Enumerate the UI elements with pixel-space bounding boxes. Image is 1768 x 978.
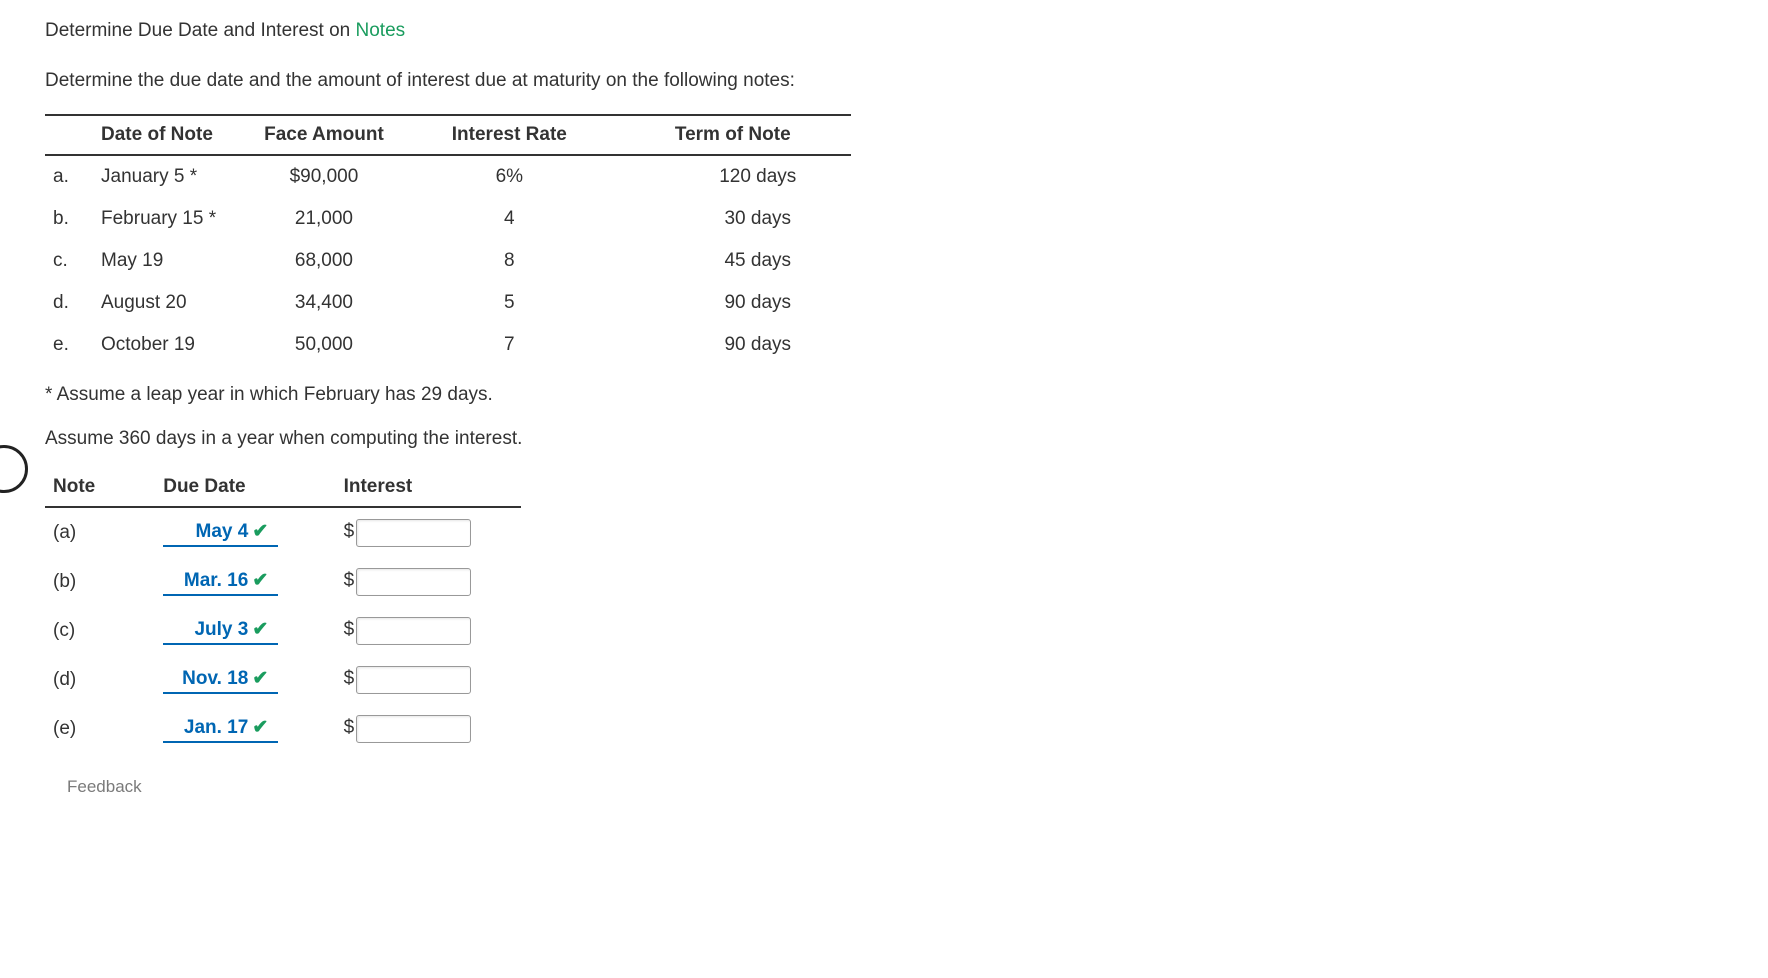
dollar-sign: $ <box>344 521 355 542</box>
table-row: d. August 20 34,400 5 90 days <box>45 282 851 324</box>
note-label: (d) <box>45 655 155 704</box>
check-icon: ✔ <box>252 570 268 591</box>
table-row: b. February 15 * 21,000 4 30 days <box>45 198 851 240</box>
row-rate: 6% <box>444 155 667 198</box>
row-term: 30 days <box>667 198 851 240</box>
row-date: May 19 <box>93 240 256 282</box>
row-face: 68,000 <box>256 240 444 282</box>
header-date: Date of Note <box>93 115 256 155</box>
row-face: 50,000 <box>256 324 444 366</box>
dollar-sign: $ <box>344 717 355 738</box>
row-letter: e. <box>45 324 93 366</box>
check-icon: ✔ <box>252 619 268 640</box>
row-date: October 19 <box>93 324 256 366</box>
header-rate: Interest Rate <box>444 115 667 155</box>
due-date-answer[interactable]: Jan. 17✔ <box>163 714 278 743</box>
row-term: 120 days <box>667 155 851 198</box>
row-face: 21,000 <box>256 198 444 240</box>
answer-row: (b) Mar. 16✔ $ <box>45 557 521 606</box>
interest-input[interactable] <box>356 617 471 645</box>
table-row: e. October 19 50,000 7 90 days <box>45 324 851 366</box>
row-rate: 4 <box>444 198 667 240</box>
note-label: (e) <box>45 704 155 753</box>
answer-header-row: Note Due Date Interest <box>45 468 521 507</box>
header-note: Note <box>45 468 155 507</box>
header-interest: Interest <box>336 468 522 507</box>
header-due: Due Date <box>155 468 335 507</box>
instruction-text: Determine the due date and the amount of… <box>45 70 1723 92</box>
answer-row: (e) Jan. 17✔ $ <box>45 704 521 753</box>
header-blank <box>45 115 93 155</box>
row-date: August 20 <box>93 282 256 324</box>
interest-input[interactable] <box>356 715 471 743</box>
table-row: c. May 19 68,000 8 45 days <box>45 240 851 282</box>
footnote-text: * Assume a leap year in which February h… <box>45 384 1723 406</box>
row-date: January 5 * <box>93 155 256 198</box>
due-date-cell: Mar. 16✔ <box>155 557 335 606</box>
due-date-answer[interactable]: July 3✔ <box>163 616 278 645</box>
note-label: (c) <box>45 606 155 655</box>
row-face: 34,400 <box>256 282 444 324</box>
due-date-cell: May 4✔ <box>155 507 335 557</box>
interest-cell: $ <box>336 557 522 606</box>
row-date: February 15 * <box>93 198 256 240</box>
due-date-cell: July 3✔ <box>155 606 335 655</box>
interest-cell: $ <box>336 606 522 655</box>
interest-input[interactable] <box>356 519 471 547</box>
answer-row: (a) May 4✔ $ <box>45 507 521 557</box>
answer-row: (c) July 3✔ $ <box>45 606 521 655</box>
due-date-answer[interactable]: May 4✔ <box>163 518 278 547</box>
assumption-text: Assume 360 days in a year when computing… <box>45 428 1723 450</box>
title-text: Determine Due Date and Interest on <box>45 20 356 41</box>
interest-cell: $ <box>336 655 522 704</box>
dollar-sign: $ <box>344 619 355 640</box>
interest-input[interactable] <box>356 666 471 694</box>
note-label: (a) <box>45 507 155 557</box>
note-label: (b) <box>45 557 155 606</box>
row-letter: c. <box>45 240 93 282</box>
notes-link[interactable]: Notes <box>356 20 406 41</box>
notes-data-table: Date of Note Face Amount Interest Rate T… <box>45 114 851 366</box>
due-date-cell: Nov. 18✔ <box>155 655 335 704</box>
row-rate: 8 <box>444 240 667 282</box>
due-date-cell: Jan. 17✔ <box>155 704 335 753</box>
page-title: Determine Due Date and Interest on Notes <box>45 20 1723 42</box>
header-face: Face Amount <box>256 115 444 155</box>
interest-cell: $ <box>336 704 522 753</box>
table-header-row: Date of Note Face Amount Interest Rate T… <box>45 115 851 155</box>
check-icon: ✔ <box>252 668 268 689</box>
interest-input[interactable] <box>356 568 471 596</box>
due-date-answer[interactable]: Nov. 18✔ <box>163 665 278 694</box>
table-row: a. January 5 * $90,000 6% 120 days <box>45 155 851 198</box>
row-letter: a. <box>45 155 93 198</box>
check-icon: ✔ <box>252 717 268 738</box>
decorative-circle <box>0 445 28 493</box>
dollar-sign: $ <box>344 668 355 689</box>
row-letter: b. <box>45 198 93 240</box>
answer-row: (d) Nov. 18✔ $ <box>45 655 521 704</box>
feedback-label[interactable]: Feedback <box>67 777 1723 797</box>
check-icon: ✔ <box>252 521 268 542</box>
row-rate: 5 <box>444 282 667 324</box>
due-date-answer[interactable]: Mar. 16✔ <box>163 567 278 596</box>
row-term: 90 days <box>667 324 851 366</box>
row-face: $90,000 <box>256 155 444 198</box>
interest-cell: $ <box>336 507 522 557</box>
row-term: 45 days <box>667 240 851 282</box>
dollar-sign: $ <box>344 570 355 591</box>
header-term: Term of Note <box>667 115 851 155</box>
answer-table: Note Due Date Interest (a) May 4✔ $ (b) … <box>45 468 521 753</box>
row-letter: d. <box>45 282 93 324</box>
row-rate: 7 <box>444 324 667 366</box>
row-term: 90 days <box>667 282 851 324</box>
